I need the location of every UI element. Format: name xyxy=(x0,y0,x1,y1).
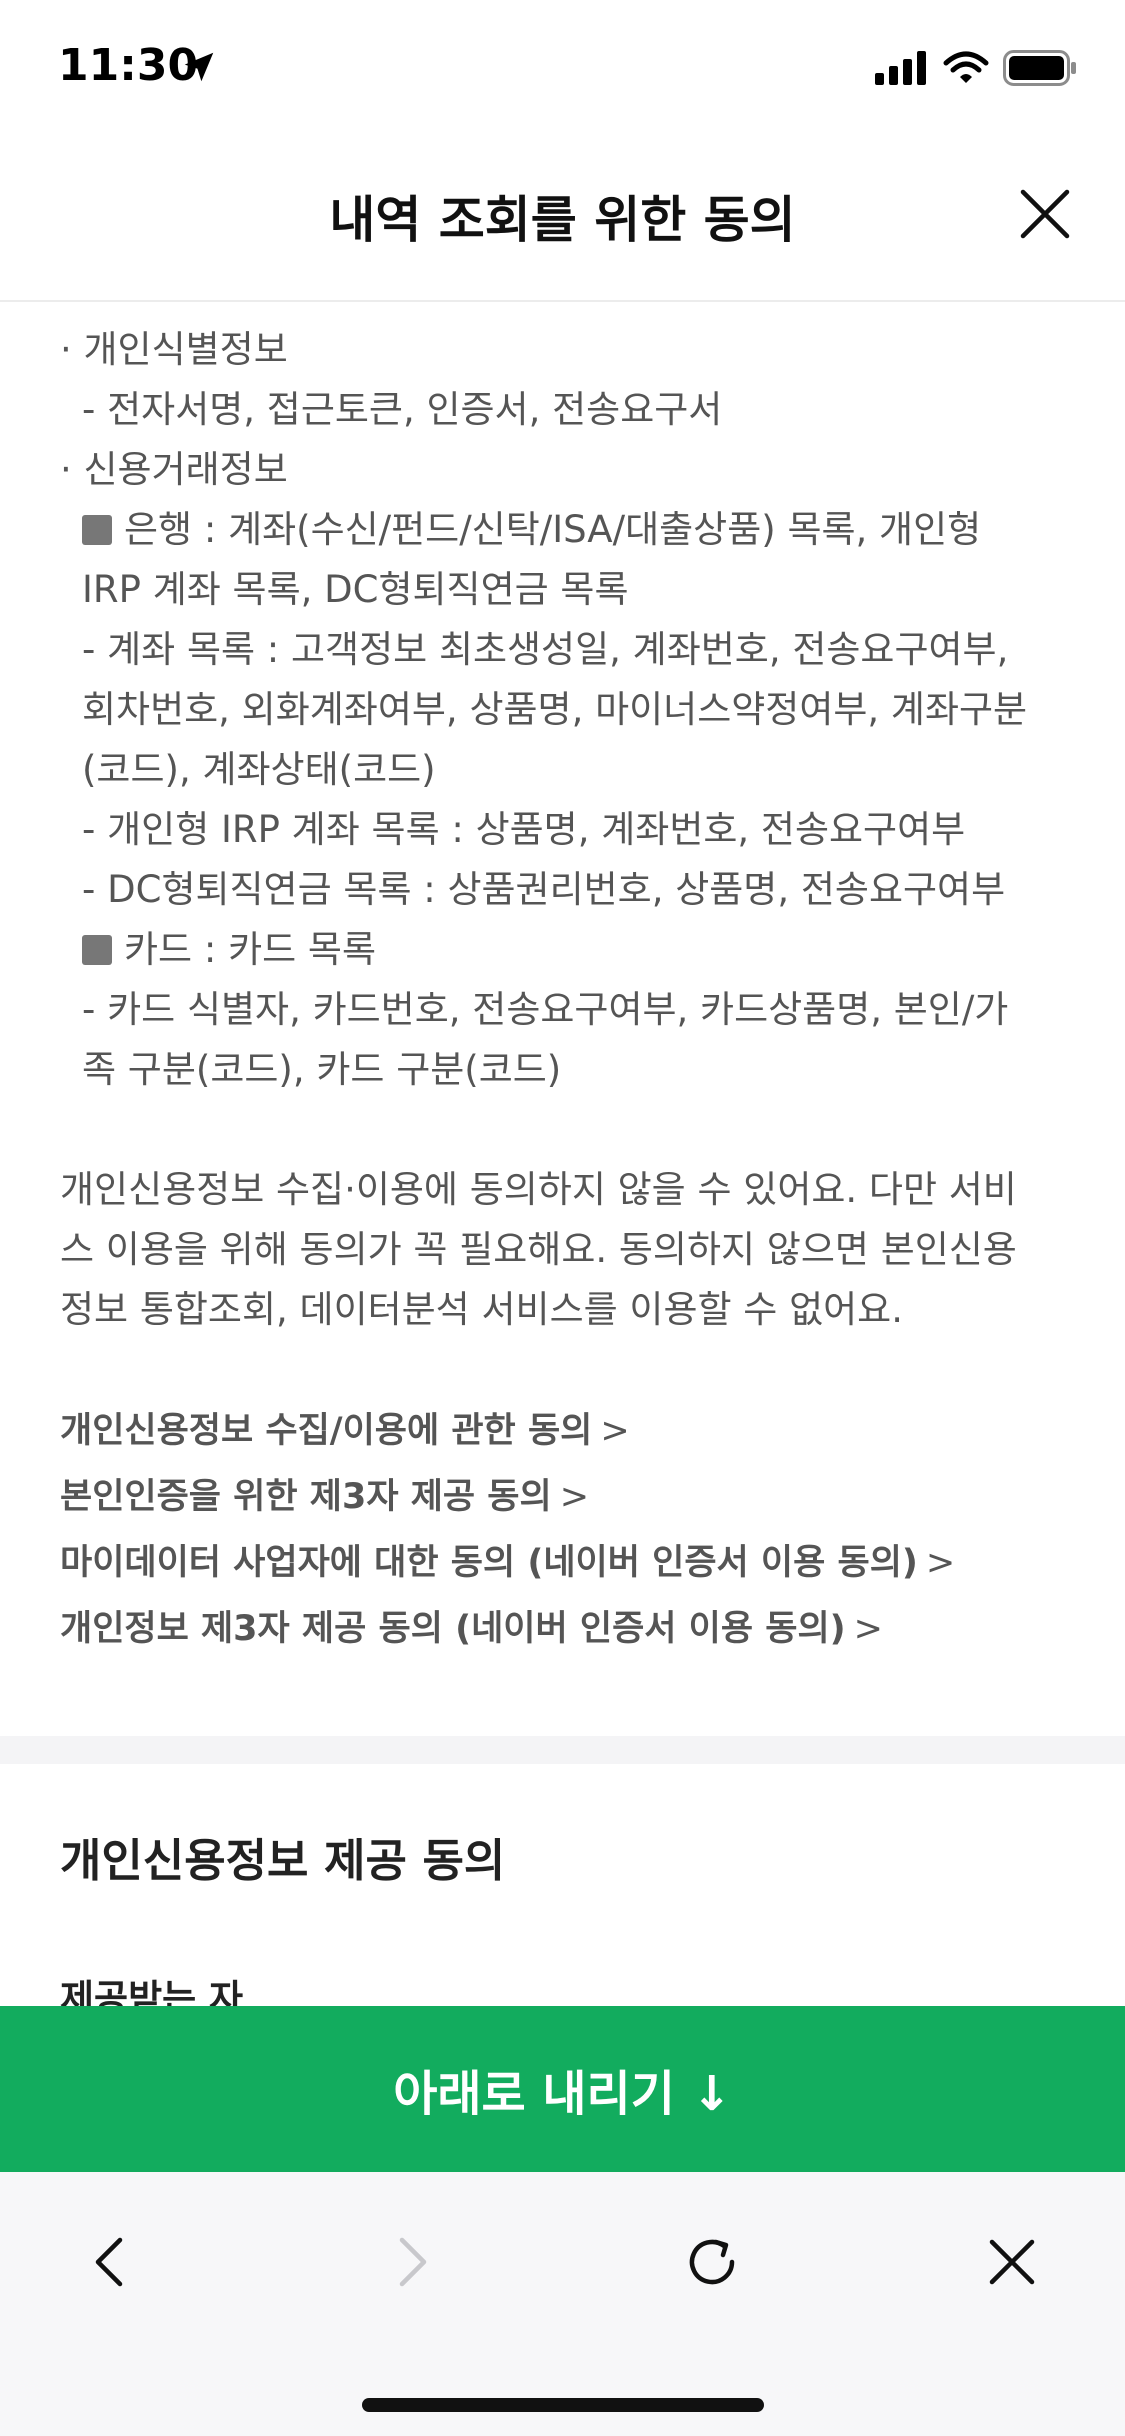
info-line: (코드), 계좌상태(코드) xyxy=(60,740,1070,800)
chevron-right-icon: > xyxy=(853,1609,883,1649)
reload-button[interactable] xyxy=(672,2222,752,2302)
info-line-text: - 전자서명, 접근토큰, 인증서, 전송요구서 xyxy=(82,388,723,431)
info-line: - 카드 식별자, 카드번호, 전송요구여부, 카드상품명, 본인/가 xyxy=(60,980,1070,1040)
info-list: · 개인식별정보 - 전자서명, 접근토큰, 인증서, 전송요구서 · 신용거래정보… xyxy=(60,320,1070,1100)
location-arrow-icon xyxy=(184,52,214,82)
battery-icon xyxy=(1003,50,1076,86)
info-line: · 신용거래정보 xyxy=(60,440,1070,500)
back-button[interactable] xyxy=(70,2222,150,2302)
square-bullet-icon xyxy=(82,515,112,545)
info-line-text: (코드), 계좌상태(코드) xyxy=(82,748,436,791)
browser-toolbar xyxy=(0,2172,1125,2436)
modal-header: 내역 조회를 위한 동의 xyxy=(0,140,1125,302)
consent-link[interactable]: 개인정보 제3자 제공 동의 (네이버 인증서 이용 동의) > xyxy=(60,1596,1070,1662)
status-bar: 11:30 xyxy=(0,0,1125,140)
wifi-icon xyxy=(943,51,989,83)
info-line: - 전자서명, 접근토큰, 인증서, 전송요구서 xyxy=(60,380,1070,440)
consent-link-label: 개인신용정보 수집/이용에 관한 동의 xyxy=(60,1411,593,1451)
chevron-right-icon: > xyxy=(600,1411,630,1451)
info-line-text: · 신용거래정보 xyxy=(60,448,288,491)
consent-link-label: 마이데이터 사업자에 대한 동의 (네이버 인증서 이용 동의) xyxy=(60,1543,918,1583)
paragraph-line: 스 이용을 위해 동의가 꼭 필요해요. 동의하지 않으면 본인신용 xyxy=(60,1228,1017,1271)
consent-links: 개인신용정보 수집/이용에 관한 동의 > 본인인증을 위한 제3자 제공 동의 > 마… xyxy=(60,1398,1070,1662)
info-line: 카드 : 카드 목록 xyxy=(60,920,1070,980)
forward-button[interactable] xyxy=(372,2222,452,2302)
chevron-right-icon: > xyxy=(925,1543,956,1583)
info-line: - 개인형 IRP 계좌 목록 : 상품명, 계좌번호, 전송요구여부 xyxy=(60,800,1070,860)
info-line: - 계좌 목록 : 고객정보 최초생성일, 계좌번호, 전송요구여부, xyxy=(60,620,1070,680)
consent-content: · 개인식별정보 - 전자서명, 접근토큰, 인증서, 전송요구서 · 신용거래정보… xyxy=(60,320,1070,1662)
reload-icon xyxy=(689,2239,735,2285)
info-line-text: - 개인형 IRP 계좌 목록 : 상품명, 계좌번호, 전송요구여부 xyxy=(82,808,966,851)
info-line-text: 회차번호, 외화계좌여부, 상품명, 마이너스약정여부, 계좌구분 xyxy=(82,688,1028,731)
info-line: - DC형퇴직연금 목록 : 상품권리번호, 상품명, 전송요구여부 xyxy=(60,860,1070,920)
scroll-down-button[interactable]: 아래로 내리기 ↓ xyxy=(0,2006,1125,2172)
close-icon xyxy=(1020,189,1070,239)
info-line-text: IRP 계좌 목록, DC형퇴직연금 목록 xyxy=(82,568,629,611)
status-icons xyxy=(875,50,1077,86)
consent-link[interactable]: 개인신용정보 수집/이용에 관한 동의 > xyxy=(60,1398,1070,1464)
consent-link[interactable]: 본인인증을 위한 제3자 제공 동의 > xyxy=(60,1464,1070,1530)
toolbar-close-button[interactable] xyxy=(972,2222,1052,2302)
back-icon xyxy=(95,2237,123,2287)
section-title: 개인신용정보 제공 동의 xyxy=(60,1834,506,1887)
chevron-right-icon: > xyxy=(559,1477,590,1517)
forward-icon xyxy=(399,2237,427,2287)
paragraph-line: 개인신용정보 수집·이용에 동의하지 않을 수 있어요. 다만 서비 xyxy=(60,1168,1017,1211)
paragraph-line: 정보 통합조회, 데이터분석 서비스를 이용할 수 없어요. xyxy=(60,1288,903,1331)
info-line: 족 구분(코드), 카드 구분(코드) xyxy=(60,1040,1070,1100)
signal-icon xyxy=(875,51,926,85)
consent-link-label: 개인정보 제3자 제공 동의 (네이버 인증서 이용 동의) xyxy=(60,1609,846,1649)
info-line-text: · 개인식별정보 xyxy=(60,328,288,371)
close-icon xyxy=(989,2239,1035,2285)
info-line-text: - DC형퇴직연금 목록 : 상품권리번호, 상품명, 전송요구여부 xyxy=(82,868,1006,911)
consent-paragraph: 개인신용정보 수집·이용에 동의하지 않을 수 있어요. 다만 서비스 이용을 … xyxy=(60,1160,1070,1340)
info-line: IRP 계좌 목록, DC형퇴직연금 목록 xyxy=(60,560,1070,620)
consent-link[interactable]: 마이데이터 사업자에 대한 동의 (네이버 인증서 이용 동의) > xyxy=(60,1530,1070,1596)
info-line-text: 카드 : 카드 목록 xyxy=(124,928,376,971)
info-line-text: - 카드 식별자, 카드번호, 전송요구여부, 카드상품명, 본인/가 xyxy=(82,988,1009,1031)
close-button[interactable] xyxy=(1017,186,1073,242)
status-time: 11:30 xyxy=(58,40,199,91)
info-line: · 개인식별정보 xyxy=(60,320,1070,380)
info-line-text: - 계좌 목록 : 고객정보 최초생성일, 계좌번호, 전송요구여부, xyxy=(82,628,1009,671)
info-line: 회차번호, 외화계좌여부, 상품명, 마이너스약정여부, 계좌구분 xyxy=(60,680,1070,740)
info-line-text: 족 구분(코드), 카드 구분(코드) xyxy=(82,1048,562,1091)
info-line-text: 은행 : 계좌(수신/펀드/신탁/ISA/대출상품) 목록, 개인형 xyxy=(124,508,982,551)
section-divider xyxy=(0,1736,1125,1764)
page-title: 내역 조회를 위한 동의 xyxy=(329,191,796,249)
consent-link-label: 본인인증을 위한 제3자 제공 동의 xyxy=(60,1477,552,1517)
info-line: 은행 : 계좌(수신/펀드/신탁/ISA/대출상품) 목록, 개인형 xyxy=(60,500,1070,560)
home-indicator xyxy=(362,2398,764,2412)
square-bullet-icon xyxy=(82,935,112,965)
